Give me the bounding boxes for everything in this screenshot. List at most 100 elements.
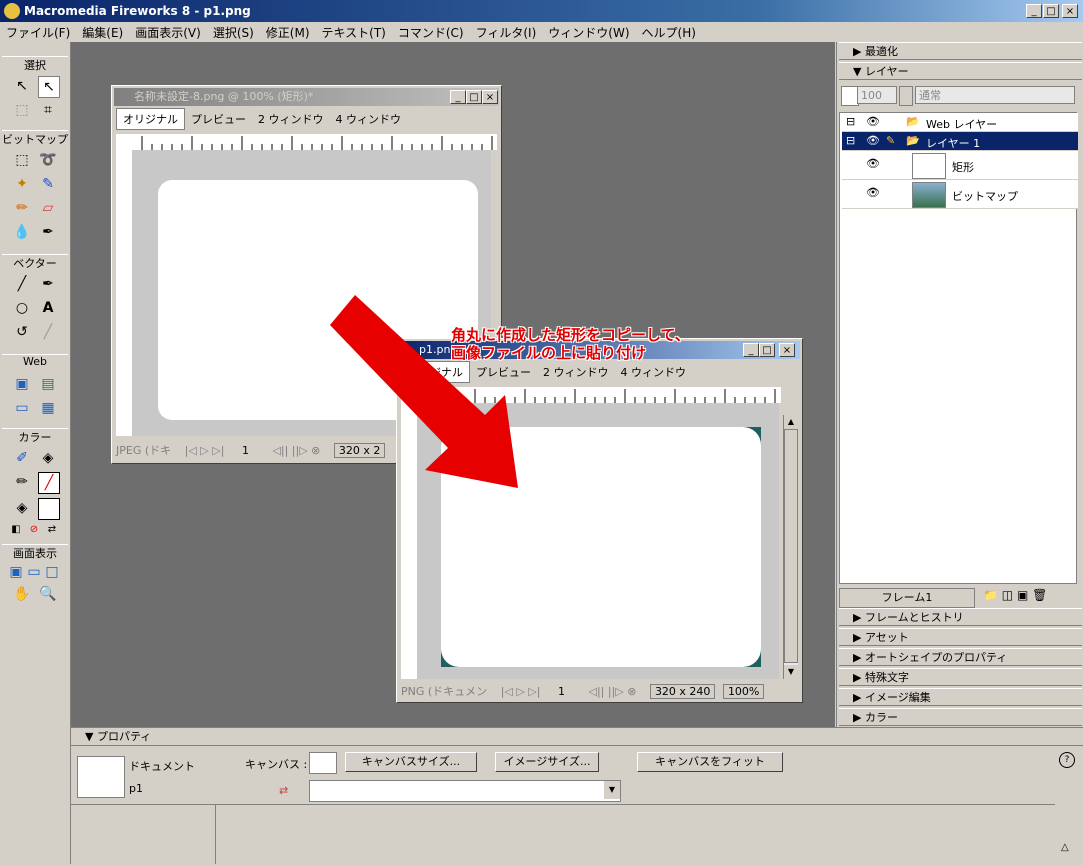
tab-4up[interactable]: 4 ウィンドウ xyxy=(330,109,408,129)
image-size-button[interactable]: イメージサイズ... xyxy=(495,752,599,772)
slice-tool-icon[interactable]: ▤ xyxy=(38,374,58,394)
crop-tool-icon[interactable]: ⌗ xyxy=(38,100,58,120)
panel-color-header[interactable]: ▶ カラー xyxy=(839,708,1082,726)
blur-tool-icon[interactable]: 💧 xyxy=(12,222,32,242)
doc1-maximize-button[interactable]: □ xyxy=(466,90,482,104)
swap-colors-icon[interactable]: ⇄ xyxy=(42,520,62,540)
tab-2up[interactable]: 2 ウィンドウ xyxy=(252,109,330,129)
menu-edit[interactable]: 編集(E) xyxy=(76,22,129,43)
panel-layers-header[interactable]: ▼ レイヤー xyxy=(839,62,1082,80)
stroke-color-swatch[interactable]: ╱ xyxy=(38,472,60,494)
new-layer-icon[interactable]: ▣ xyxy=(1017,588,1028,602)
menu-file[interactable]: ファイル(F) xyxy=(0,22,76,43)
collapse-icon[interactable]: ⊟ xyxy=(846,115,855,128)
panel-image-edit-header[interactable]: ▶ イメージ編集 xyxy=(839,688,1082,706)
properties-header[interactable]: ▼ プロパティ xyxy=(71,728,1083,746)
eye-icon[interactable]: 👁 xyxy=(866,186,880,199)
menu-view[interactable]: 画面表示(V) xyxy=(129,22,207,43)
lasso-tool-icon[interactable]: ➰ xyxy=(38,150,58,170)
doc2-minimize-button[interactable]: _ xyxy=(743,343,759,357)
doc2-maximize-button[interactable]: □ xyxy=(759,343,775,357)
expand-panel-icon[interactable]: △ xyxy=(1061,842,1069,853)
add-mask-icon[interactable]: ◫ xyxy=(1002,588,1013,602)
minimize-button[interactable]: _ xyxy=(1026,4,1042,18)
dropdown-arrow-icon[interactable]: ▼ xyxy=(604,781,620,799)
vertical-scrollbar[interactable]: ▲ ▼ xyxy=(783,415,798,679)
opacity-slider-button[interactable] xyxy=(899,86,913,106)
show-hotspots-icon[interactable]: ▦ xyxy=(38,398,58,418)
maximize-button[interactable]: □ xyxy=(1043,4,1059,18)
full-screen-menu-icon[interactable]: ▭ xyxy=(24,562,44,582)
stroke-color-icon[interactable]: ✏ xyxy=(12,472,32,492)
menu-commands[interactable]: コマンド(C) xyxy=(392,22,470,43)
delete-icon[interactable]: 🗑 xyxy=(1032,588,1047,602)
scale-tool-icon[interactable]: ⬚ xyxy=(12,100,32,120)
scroll-down-button[interactable]: ▼ xyxy=(784,665,798,679)
pencil-tool-icon[interactable]: ✏ xyxy=(12,198,32,218)
menu-window[interactable]: ウィンドウ(W) xyxy=(542,22,635,43)
fit-canvas-button[interactable]: キャンバスをフィット xyxy=(637,752,783,772)
new-subfolder-icon[interactable]: 📁 xyxy=(983,588,998,602)
opacity-field[interactable]: 100 xyxy=(857,86,897,104)
panel-optimize-header[interactable]: ▶ 最適化 xyxy=(839,42,1082,60)
brush-tool-icon[interactable]: ✎ xyxy=(38,174,58,194)
subselect-tool-icon[interactable]: ↖ xyxy=(38,76,60,98)
zoom-tool-icon[interactable]: 🔍 xyxy=(38,584,58,604)
marquee-tool-icon[interactable]: ⬚ xyxy=(12,150,32,170)
layer-row-web[interactable]: ⊟ 👁 📂 Web レイヤー xyxy=(842,113,1078,132)
paint-bucket-icon[interactable]: ◈ xyxy=(38,448,58,468)
tab-preview[interactable]: プレビュー xyxy=(185,109,252,129)
menu-select[interactable]: 選択(S) xyxy=(207,22,260,43)
panel-special-chars-header[interactable]: ▶ 特殊文字 xyxy=(839,668,1082,686)
panel-frames-history-header[interactable]: ▶ フレームとヒストリ xyxy=(839,608,1082,626)
knife-tool-icon[interactable]: ╱ xyxy=(38,322,58,342)
object-row-rect[interactable]: 👁 矩形 xyxy=(842,151,1078,180)
no-stroke-fill-icon[interactable]: ⊘ xyxy=(24,520,44,540)
canvas-size-button[interactable]: キャンバスサイズ... xyxy=(345,752,477,772)
doc2-playback-icons[interactable]: ◁|| ||▷ ⊗ xyxy=(588,685,636,698)
tab-4up[interactable]: 4 ウィンドウ xyxy=(615,362,693,382)
object-row-bitmap[interactable]: 👁 ビットマップ xyxy=(842,180,1078,209)
collapse-icon[interactable]: ⊟ xyxy=(846,134,855,147)
scroll-thumb[interactable] xyxy=(784,429,798,663)
eye-icon[interactable]: 👁 xyxy=(866,115,880,128)
text-tool-icon[interactable]: A xyxy=(38,298,58,318)
line-tool-icon[interactable]: ╱ xyxy=(12,274,32,294)
doc1-playback-icons[interactable]: ◁|| ||▷ ⊗ xyxy=(272,444,320,457)
frame-label[interactable]: フレーム1 xyxy=(839,588,975,608)
fill-color-swatch[interactable] xyxy=(38,498,60,520)
magic-wand-icon[interactable]: ✦ xyxy=(12,174,32,194)
panel-autoshape-header[interactable]: ▶ オートシェイプのプロパティ xyxy=(839,648,1082,666)
eye-icon[interactable]: 👁 xyxy=(866,134,880,147)
blend-mode-select[interactable]: 通常 xyxy=(915,86,1075,104)
zoom-select[interactable]: 100% xyxy=(722,684,765,699)
menu-help[interactable]: ヘルプ(H) xyxy=(636,22,702,43)
eraser-tool-icon[interactable]: ▱ xyxy=(38,198,58,218)
fill-color-icon[interactable]: ◈ xyxy=(12,498,32,518)
doc1-minimize-button[interactable]: _ xyxy=(450,90,466,104)
ellipse-tool-icon[interactable]: ○ xyxy=(12,298,32,318)
pen-tool-icon[interactable]: ✒ xyxy=(38,274,58,294)
doc2-frame-controls[interactable]: |◁ ▷ ▷| xyxy=(501,685,541,698)
layer-row-layer1[interactable]: ⊟ 👁 ✎ 📂 レイヤー 1 xyxy=(842,132,1078,151)
standard-screen-icon[interactable]: ▣ xyxy=(6,562,26,582)
hotspot-tool-icon[interactable]: ▣ xyxy=(12,374,32,394)
hide-hotspots-icon[interactable]: ▭ xyxy=(12,398,32,418)
default-colors-icon[interactable]: ◧ xyxy=(6,520,26,540)
eyedropper-tool-icon[interactable]: ✐ xyxy=(12,448,32,468)
scroll-up-button[interactable]: ▲ xyxy=(784,415,798,429)
tab-original[interactable]: オリジナル xyxy=(116,108,185,130)
rubber-stamp-icon[interactable]: ✒ xyxy=(38,222,58,242)
pointer-tool-icon[interactable]: ↖ xyxy=(12,76,32,96)
doc2-close-button[interactable]: × xyxy=(779,343,795,357)
freeform-tool-icon[interactable]: ↺ xyxy=(12,322,32,342)
hand-tool-icon[interactable]: ✋ xyxy=(12,584,32,604)
canvas-color-swatch[interactable] xyxy=(309,752,337,774)
help-icon[interactable]: ? xyxy=(1059,752,1075,768)
menu-text[interactable]: テキスト(T) xyxy=(316,22,392,43)
menu-modify[interactable]: 修正(M) xyxy=(260,22,316,43)
panel-assets-header[interactable]: ▶ アセット xyxy=(839,628,1082,646)
export-setting-select[interactable]: ▼ xyxy=(309,780,621,802)
doc1-close-button[interactable]: × xyxy=(482,90,498,104)
close-button[interactable]: × xyxy=(1062,4,1078,18)
